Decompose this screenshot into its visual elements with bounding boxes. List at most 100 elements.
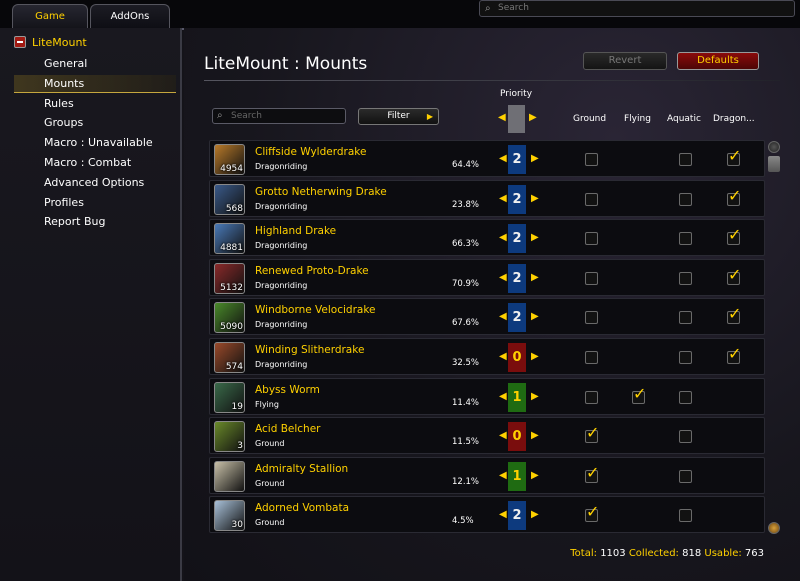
arrow-left-icon[interactable]: ◀ — [499, 232, 507, 243]
scroll-down-button[interactable] — [768, 522, 780, 534]
mount-search-input[interactable]: ⌕ Search — [212, 108, 346, 124]
mount-row[interactable]: 19 Abyss Worm Flying 11.4% ◀ 1 ▶ ✓ — [209, 377, 765, 415]
arrow-right-icon[interactable]: ▶ — [531, 509, 539, 520]
arrow-left-icon[interactable]: ◀ — [499, 311, 507, 322]
aquatic-checkbox[interactable] — [679, 192, 692, 206]
mount-icon[interactable]: 568 — [214, 183, 245, 215]
arrow-right-icon[interactable]: ▶ — [531, 232, 539, 243]
mount-icon[interactable]: 30 — [214, 500, 245, 532]
scroll-up-button[interactable] — [768, 141, 780, 153]
mount-icon[interactable]: 574 — [214, 342, 245, 373]
flying-flag[interactable] — [632, 509, 645, 522]
priority-all-control[interactable]: ◀ ▶ — [498, 104, 538, 134]
tab-game[interactable]: Game — [12, 4, 88, 28]
sidebar-item-groups[interactable]: Groups — [14, 114, 176, 132]
ground-checkbox[interactable] — [585, 153, 598, 166]
ground-checkbox[interactable] — [585, 271, 598, 285]
mount-icon[interactable]: 4954 — [214, 144, 245, 175]
aquatic-checkbox[interactable] — [679, 311, 692, 325]
mount-row[interactable]: 5090 Windborne Velocidrake Dragonriding 67.… — [209, 298, 765, 336]
arrow-right-icon[interactable]: ▶ — [531, 430, 539, 441]
dragon-checkbox[interactable]: ✓ — [727, 306, 741, 325]
tab-addons[interactable]: AddOns — [90, 4, 170, 28]
ground-checkbox[interactable] — [585, 390, 598, 404]
aquatic-checkbox[interactable] — [679, 509, 692, 523]
arrow-left-icon[interactable]: ◀ — [499, 391, 507, 402]
dragon-checkbox[interactable]: ✓ — [727, 266, 741, 285]
sidebar-item-mounts[interactable]: Mounts — [14, 74, 176, 93]
arrow-left-icon[interactable]: ◀ — [499, 430, 507, 441]
dragon-flag[interactable] — [727, 391, 740, 404]
aquatic-checkbox[interactable] — [679, 351, 692, 364]
arrow-right-icon[interactable]: ▶ — [531, 391, 539, 402]
mount-icon[interactable]: 3 — [214, 421, 245, 453]
ground-checkbox[interactable] — [585, 192, 598, 206]
flying-checkbox[interactable]: ✓ — [632, 385, 646, 404]
dragon-checkbox[interactable]: ✓ — [727, 187, 741, 206]
ground-checkbox[interactable] — [585, 232, 598, 246]
ground-checkbox[interactable]: ✓ — [585, 425, 599, 444]
arrow-right-icon[interactable]: ▶ — [531, 470, 539, 481]
mount-icon[interactable] — [214, 460, 245, 492]
dragon-checkbox[interactable]: ✓ — [727, 227, 741, 246]
sidebar-item-macro-combat[interactable]: Macro : Combat — [14, 154, 176, 172]
arrow-right-icon[interactable]: ▶ — [531, 153, 539, 164]
flying-flag[interactable] — [632, 351, 645, 364]
dragon-flag[interactable] — [727, 509, 740, 522]
top-search-input[interactable]: ⌕ Search — [479, 0, 795, 17]
flying-flag[interactable] — [632, 311, 645, 324]
arrow-right-icon[interactable]: ▶ — [531, 311, 539, 322]
mount-row[interactable]: 568 Grotto Netherwing Drake Dragonriding 23… — [209, 179, 765, 217]
aquatic-checkbox[interactable] — [679, 469, 692, 483]
arrow-left-icon[interactable]: ◀ — [499, 509, 507, 520]
ground-checkbox[interactable] — [585, 351, 598, 364]
arrow-right-icon[interactable]: ▶ — [531, 351, 539, 362]
sidebar-item-rules[interactable]: Rules — [14, 95, 176, 113]
mount-row[interactable]: 5132 Renewed Proto-Drake Dragonriding 70.9%… — [209, 258, 765, 296]
mount-row[interactable]: 3 Acid Belcher Ground 11.5% ◀ 0 ▶ ✓ — [209, 417, 765, 455]
filter-button[interactable]: Filter ▶ — [358, 108, 439, 125]
dragon-checkbox[interactable]: ✓ — [727, 346, 741, 364]
flying-flag[interactable] — [632, 470, 645, 483]
sidebar-item-report-bug[interactable]: Report Bug — [14, 213, 176, 231]
dragon-flag[interactable] — [727, 430, 740, 443]
ground-checkbox[interactable]: ✓ — [585, 464, 599, 483]
flying-flag[interactable] — [632, 272, 645, 285]
sidebar-item-advanced-options[interactable]: Advanced Options — [14, 174, 176, 192]
arrow-left-icon[interactable]: ◀ — [498, 112, 506, 123]
sidebar-item-macro-unavailable[interactable]: Macro : Unavailable — [14, 134, 176, 152]
mount-icon[interactable]: 5090 — [214, 302, 245, 334]
sidebar-item-profiles[interactable]: Profiles — [14, 194, 176, 212]
collapse-icon[interactable] — [14, 36, 26, 48]
arrow-right-icon[interactable]: ▶ — [529, 112, 537, 123]
aquatic-checkbox[interactable] — [679, 271, 692, 285]
arrow-left-icon[interactable]: ◀ — [499, 351, 507, 362]
aquatic-checkbox[interactable] — [679, 390, 692, 404]
mount-row[interactable]: 4881 Highland Drake Dragonriding 66.3% ◀ 2 ▶ ✓ — [209, 219, 765, 257]
flying-flag[interactable] — [632, 193, 645, 206]
scrollbar-thumb[interactable] — [768, 156, 780, 172]
flying-flag[interactable] — [632, 153, 645, 166]
mount-icon[interactable]: 19 — [214, 381, 245, 413]
arrow-left-icon[interactable]: ◀ — [499, 153, 507, 164]
dragon-flag[interactable] — [727, 470, 740, 483]
aquatic-checkbox[interactable] — [679, 232, 692, 246]
arrow-left-icon[interactable]: ◀ — [499, 470, 507, 481]
mount-row[interactable]: 574 Winding Slitherdrake Dragonriding 32.5%… — [209, 338, 765, 375]
flying-flag[interactable] — [632, 232, 645, 245]
mount-row[interactable]: 30 Adorned Vombata Ground 4.5% ◀ 2 ▶ ✓ — [209, 496, 765, 534]
arrow-left-icon[interactable]: ◀ — [499, 272, 507, 283]
dragon-checkbox[interactable]: ✓ — [727, 148, 741, 166]
aquatic-checkbox[interactable] — [679, 430, 692, 444]
arrow-right-icon[interactable]: ▶ — [531, 272, 539, 283]
arrow-left-icon[interactable]: ◀ — [499, 193, 507, 204]
ground-checkbox[interactable]: ✓ — [585, 504, 599, 523]
mount-row[interactable]: 4954 Cliffside Wylderdrake Dragonriding 64.… — [209, 140, 765, 177]
mount-icon[interactable]: 5132 — [214, 262, 245, 294]
ground-checkbox[interactable] — [585, 311, 598, 325]
sidebar-item-general[interactable]: General — [14, 55, 176, 73]
mount-row[interactable]: Admiralty Stallion Ground 12.1% ◀ 1 ▶ ✓ — [209, 456, 765, 494]
revert-button[interactable]: Revert — [583, 52, 667, 70]
arrow-right-icon[interactable]: ▶ — [531, 193, 539, 204]
mount-icon[interactable]: 4881 — [214, 223, 245, 255]
